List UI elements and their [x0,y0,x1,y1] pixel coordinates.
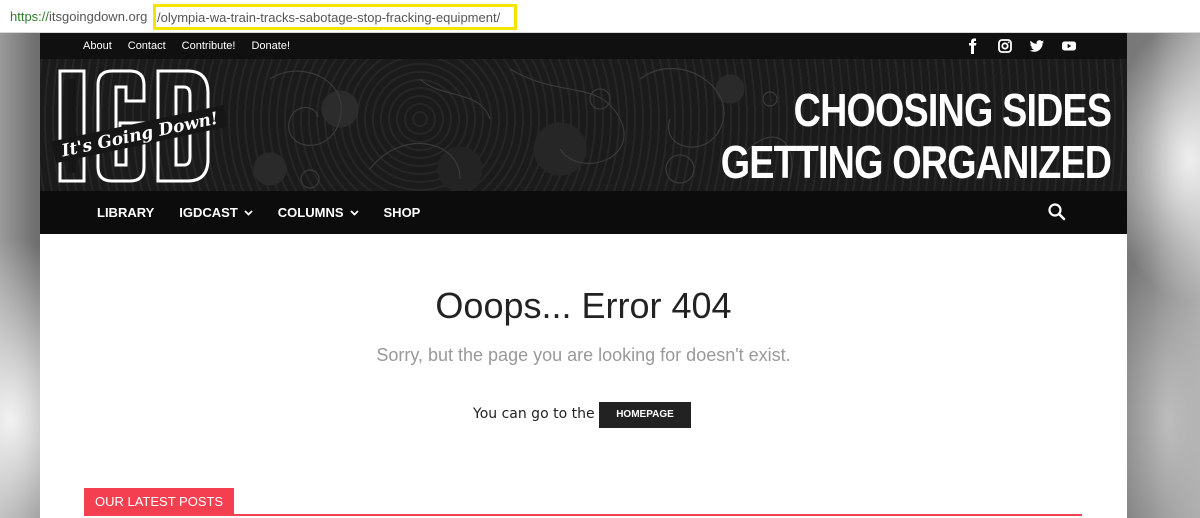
site-container: About Contact Contribute! Donate! It's G… [40,33,1127,518]
menu-item-label: LIBRARY [97,205,155,220]
url-host[interactable]: https://itsgoingdown.org [10,9,147,24]
instagram-icon[interactable] [997,38,1013,54]
menu-item-library[interactable]: LIBRARY [97,205,154,220]
about-link[interactable]: About [83,40,112,52]
browser-address-bar[interactable]: https://itsgoingdown.org /olympia-wa-tra… [0,0,1200,33]
menu-item-shop[interactable]: SHOP [384,205,421,220]
chevron-down-icon [349,208,359,218]
igd-logo[interactable]: It's Going Down! [50,65,230,185]
homepage-button[interactable]: HOMEPAGE [599,402,691,428]
menu-item-label: SHOP [383,205,421,220]
twitter-icon[interactable] [1029,38,1045,54]
contribute-link[interactable]: Contribute! [182,40,236,52]
url-path-highlighted[interactable]: /olympia-wa-train-tracks-sabotage-stop-f… [153,4,517,30]
url-hostname: itsgoingdown.org [49,9,148,24]
facebook-icon[interactable] [965,38,981,54]
latest-posts-heading: OUR LATEST POSTS [84,488,235,516]
tagline-line-1: CHOOSING SIDES [793,84,1111,136]
header-banner: It's Going Down! CHOOSING SIDES GETTING … [40,59,1127,191]
search-icon[interactable] [1047,202,1067,222]
chevron-down-icon [244,208,253,218]
youtube-icon[interactable] [1061,38,1077,54]
donate-link[interactable]: Donate! [251,40,290,52]
top-links: About Contact Contribute! Donate! [83,40,306,52]
tagline-line-2: GETTING ORGANIZED [720,136,1111,188]
top-bar: About Contact Contribute! Donate! [40,33,1127,59]
menu-items: LIBRARY IGDCAST COLUMNS SHOP [97,205,445,220]
menu-item-label: COLUMNS [277,205,344,220]
url-scheme: https:// [10,9,50,24]
menu-item-label: IGDCAST [179,205,238,220]
banner-tagline: CHOOSING SIDES GETTING ORGANIZED [720,84,1111,188]
contact-link[interactable]: Contact [128,40,166,52]
error-subtitle: Sorry, but the page you are looking for … [376,345,791,365]
menu-item-igdcast[interactable]: IGDCAST [179,205,253,220]
goto-text: You can go to the [473,406,595,422]
social-links [965,38,1077,54]
main-menu: LIBRARY IGDCAST COLUMNS SHOP [40,191,1127,234]
error-title: Ooops... Error 404 [435,285,732,326]
menu-item-columns[interactable]: COLUMNS [278,205,359,220]
